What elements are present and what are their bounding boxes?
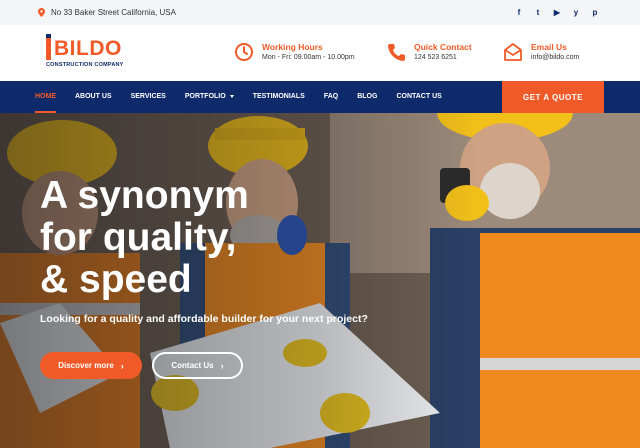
social-links: f t ▶ y p bbox=[514, 8, 600, 18]
contact-us-label: Contact Us bbox=[171, 361, 214, 370]
address-text: No 33 Baker Street California, USA bbox=[51, 8, 176, 17]
hero-headline: A synonym for quality, & speed bbox=[40, 175, 340, 301]
nav-about[interactable]: ABOUT US bbox=[75, 81, 112, 113]
email-contact: Email Us info@bildo.com bbox=[503, 42, 579, 63]
logo-mark bbox=[46, 34, 51, 60]
email-value[interactable]: info@bildo.com bbox=[531, 53, 579, 63]
location-pin-icon bbox=[38, 8, 45, 17]
phone-icon bbox=[388, 44, 405, 61]
hero-section: A synonym for quality, & speed Looking f… bbox=[0, 113, 640, 448]
top-bar: No 33 Baker Street California, USA f t ▶… bbox=[0, 0, 640, 25]
working-hours: Working Hours Mon - Fri: 09.00am - 10.00… bbox=[234, 42, 355, 63]
quick-contact-value[interactable]: 124 523 6251 bbox=[414, 53, 472, 63]
working-hours-value: Mon - Fri: 09.00am - 10.00pm bbox=[262, 54, 355, 61]
discover-more-label: Discover more bbox=[58, 361, 114, 370]
quick-contact: Quick Contact 124 523 6251 bbox=[386, 42, 472, 63]
nav-portfolio-label: PORTFOLIO bbox=[184, 93, 226, 100]
youtube-icon[interactable]: ▶ bbox=[552, 8, 562, 18]
address: No 33 Baker Street California, USA bbox=[38, 8, 176, 17]
email-title: Email Us bbox=[531, 42, 567, 52]
hero-headline-line-2: for quality, bbox=[40, 216, 237, 259]
facebook-icon[interactable]: f bbox=[514, 8, 524, 18]
hero-headline-line-1: A synonym bbox=[40, 174, 249, 217]
site-header: BILDO CONSTRUCTION COMPANY Working Hours… bbox=[0, 25, 640, 81]
chevron-down-icon bbox=[229, 94, 234, 98]
pinterest-icon[interactable]: p bbox=[590, 8, 600, 18]
logo-name: BILDO bbox=[54, 37, 122, 60]
discover-more-button[interactable]: Discover more › bbox=[40, 352, 142, 379]
logo-subtitle: CONSTRUCTION COMPANY bbox=[46, 62, 124, 68]
nav-faq[interactable]: FAQ bbox=[324, 81, 338, 113]
envelope-icon bbox=[504, 43, 522, 61]
nav-blog[interactable]: BLOG bbox=[357, 81, 377, 113]
hero-tagline: Looking for a quality and affordable bui… bbox=[40, 313, 368, 325]
hero-headline-line-3: & speed bbox=[40, 258, 192, 301]
clock-icon bbox=[235, 43, 253, 61]
yelp-icon[interactable]: y bbox=[571, 8, 581, 18]
nav-services[interactable]: SERVICES bbox=[131, 81, 166, 113]
working-hours-title: Working Hours bbox=[262, 42, 323, 52]
nav-contact[interactable]: CONTACT US bbox=[396, 81, 441, 113]
contact-us-button[interactable]: Contact Us › bbox=[152, 352, 243, 379]
twitter-icon[interactable]: t bbox=[533, 8, 543, 18]
chevron-right-icon: › bbox=[120, 360, 124, 371]
logo[interactable]: BILDO CONSTRUCTION COMPANY bbox=[44, 34, 134, 73]
quick-contact-title: Quick Contact bbox=[414, 42, 472, 52]
nav-portfolio[interactable]: PORTFOLIO bbox=[185, 81, 234, 113]
chevron-right-icon: › bbox=[220, 360, 224, 371]
nav-home[interactable]: HOME bbox=[35, 81, 56, 113]
get-a-quote-button[interactable]: GET A QUOTE bbox=[502, 81, 604, 113]
nav-testimonials[interactable]: TESTIMONIALS bbox=[253, 81, 305, 113]
